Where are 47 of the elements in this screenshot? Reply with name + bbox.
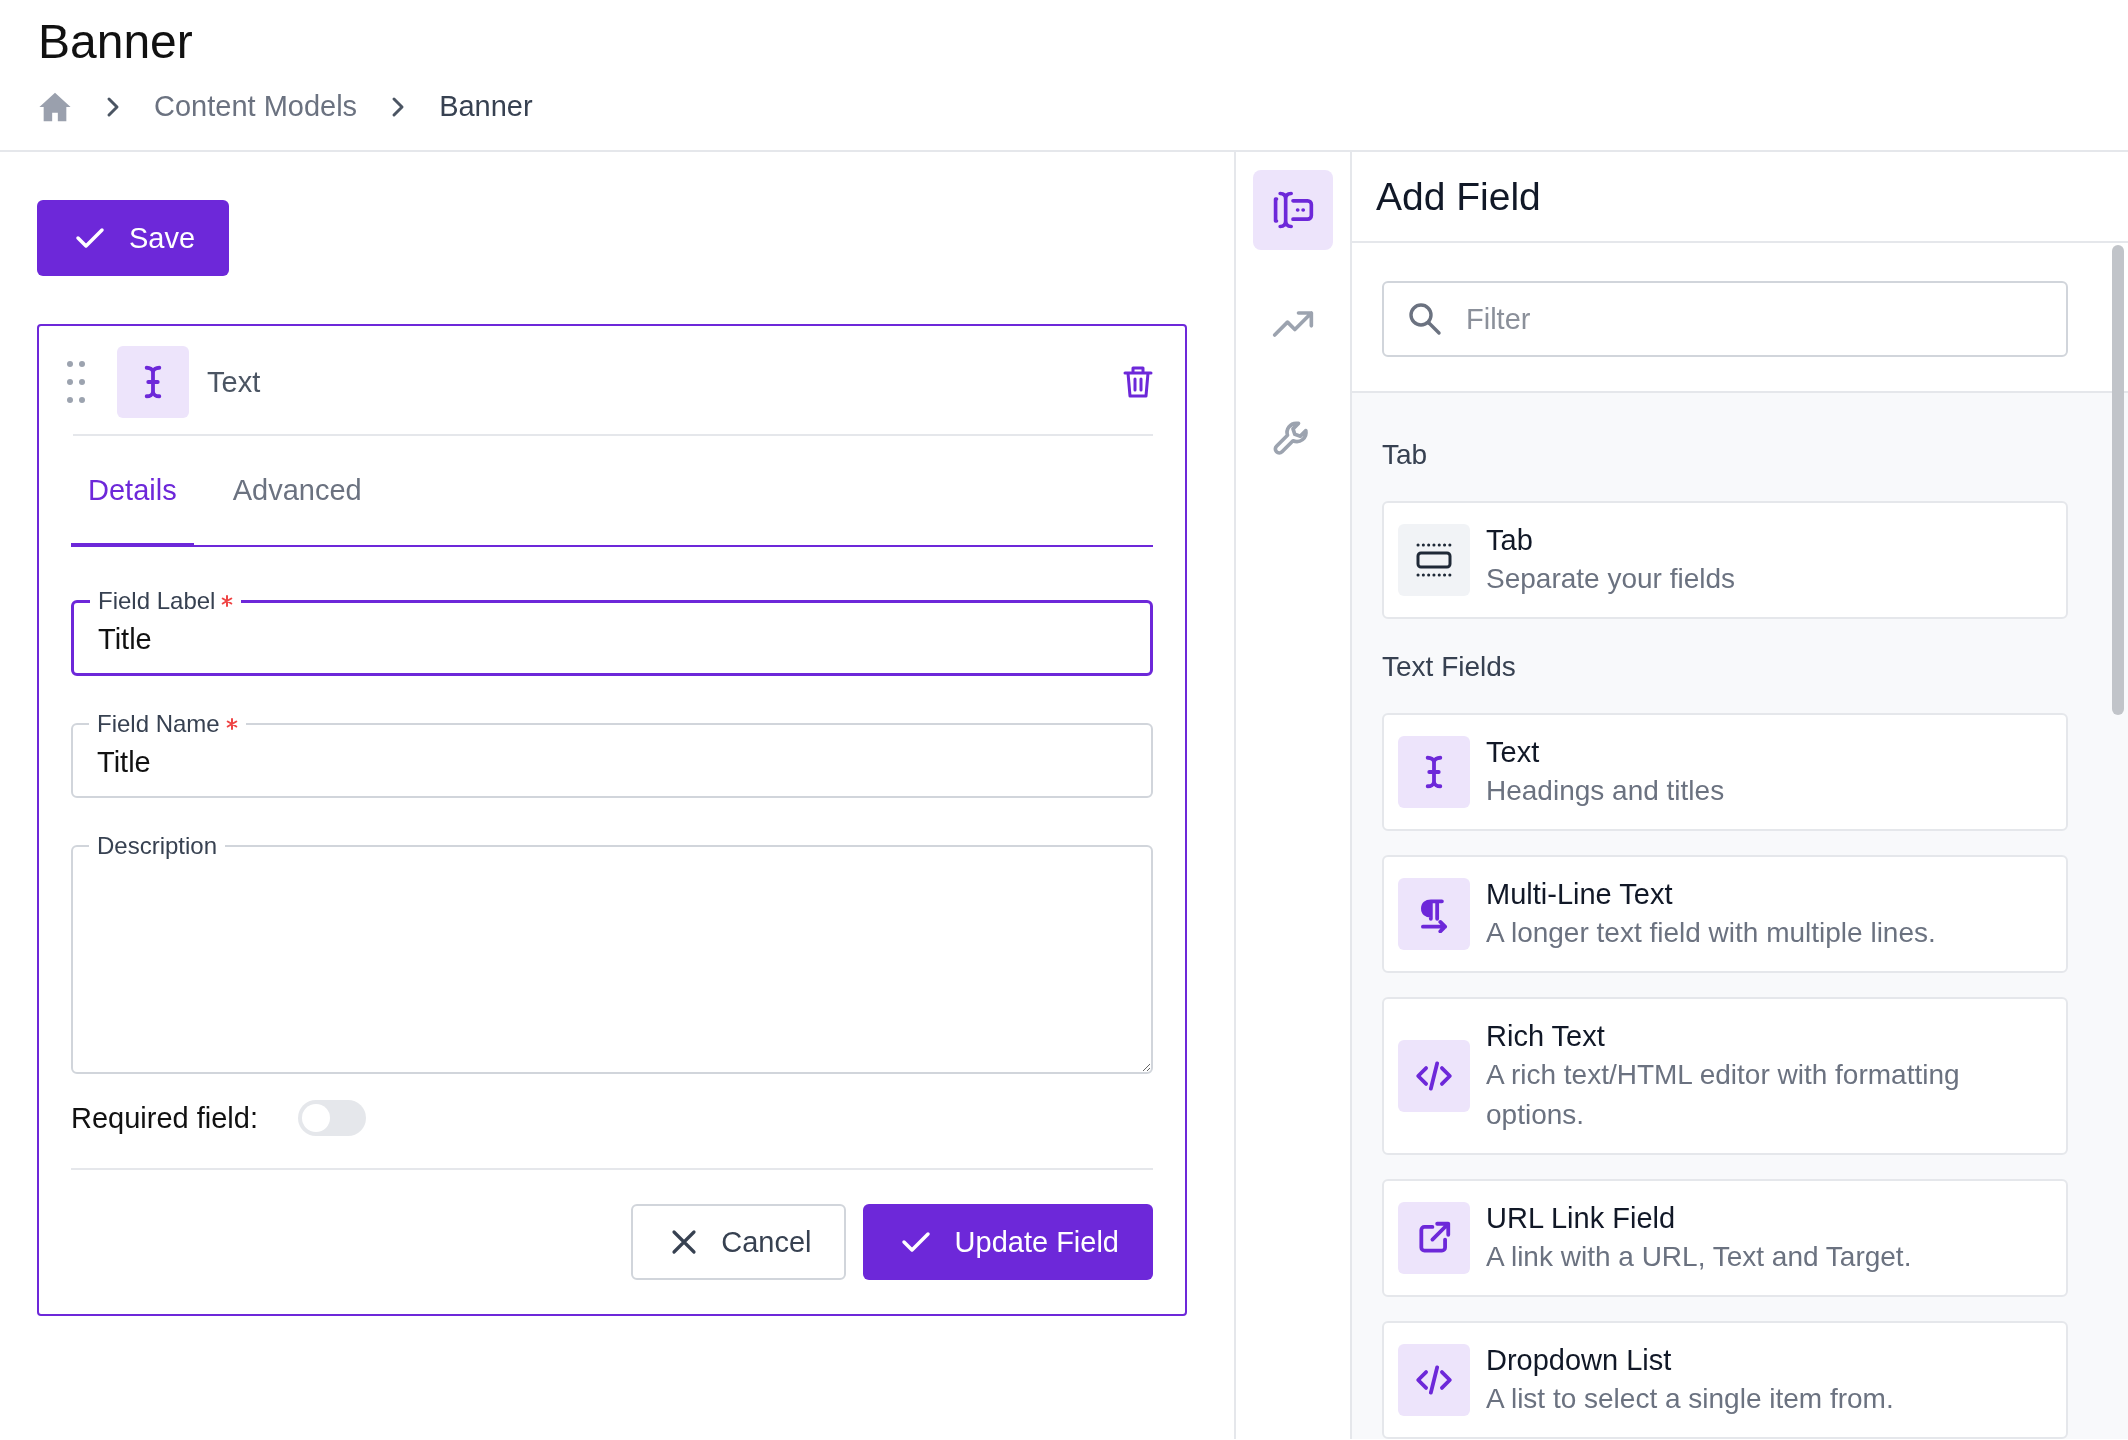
section-heading: Text Fields <box>1382 650 1517 684</box>
search-icon <box>1408 302 1442 336</box>
field-type-description: Separate your fields <box>1486 562 1736 596</box>
breadcrumb-link[interactable]: Content Models <box>154 90 358 123</box>
field-type-card[interactable]: Tab Separate your fields <box>1382 501 2068 619</box>
field-label: Description <box>97 832 218 860</box>
field-type-card[interactable]: Dropdown List A list to select a single item from. <box>1382 1321 2068 1439</box>
field-type-description: A link with a URL, Text and Target. <box>1486 1240 1912 1274</box>
filter-field[interactable]: Filter <box>1382 281 2068 357</box>
tab[interactable]: Details <box>71 450 194 547</box>
toggle-label: Required field: <box>71 1101 258 1134</box>
field-type-name: Multi-Line Text <box>1486 877 1674 912</box>
scrollbar[interactable] <box>2112 245 2124 715</box>
field-type-card[interactable]: Rich Text A rich text/HTML editor with formatting options. <box>1382 997 2068 1155</box>
field-type-card[interactable]: Text Headings and titles <box>1382 713 2068 831</box>
field-type-description: A rich text/HTML editor with formatting options. <box>1486 1058 1961 1132</box>
panel-title: Add Field <box>1376 174 1541 219</box>
field-type-name: Text <box>1486 735 1541 770</box>
field-type-name: Dropdown List <box>1486 1343 1673 1378</box>
field-type-name: Rich Text <box>1486 1019 1606 1054</box>
home-icon[interactable] <box>38 90 72 123</box>
section-heading: Tab <box>1382 438 1429 472</box>
field-type-label: Text <box>207 365 261 398</box>
page-title: Banner <box>38 14 193 70</box>
update-field-button[interactable]: Update Field <box>862 1204 1153 1280</box>
save-button[interactable]: Save <box>37 200 230 276</box>
tab-layout-icon <box>1415 541 1453 579</box>
field-type-description: A list to select a single item from. <box>1486 1382 1894 1416</box>
chevron-right-icon <box>106 95 120 118</box>
field-type-name: URL Link Field <box>1486 1201 1677 1236</box>
sidebar-button[interactable] <box>1253 170 1333 250</box>
drag-handle-icon[interactable] <box>67 360 85 404</box>
tab[interactable]: Advanced <box>215 450 379 547</box>
field-type-description: Headings and titles <box>1486 774 1725 808</box>
filter-input[interactable]: Filter <box>1466 283 2066 355</box>
required-toggle[interactable] <box>298 1100 366 1136</box>
breadcrumb-current: Banner <box>439 90 533 123</box>
close-icon <box>671 1229 698 1255</box>
check-icon <box>900 1230 931 1254</box>
field-type-card[interactable]: URL Link Field A link with a URL, Text and Target. <box>1382 1179 2068 1297</box>
trash-icon[interactable] <box>1123 365 1153 399</box>
field-type-description: A longer text field with multiple lines. <box>1486 916 1936 950</box>
chevron-right-icon <box>391 95 406 118</box>
cancel-button[interactable]: Cancel <box>631 1204 846 1280</box>
field-type-card[interactable]: Multi-Line Text A longer text field with multiple lines. <box>1382 855 2068 973</box>
field-type-name: Tab <box>1486 523 1534 558</box>
check-icon <box>75 226 105 250</box>
